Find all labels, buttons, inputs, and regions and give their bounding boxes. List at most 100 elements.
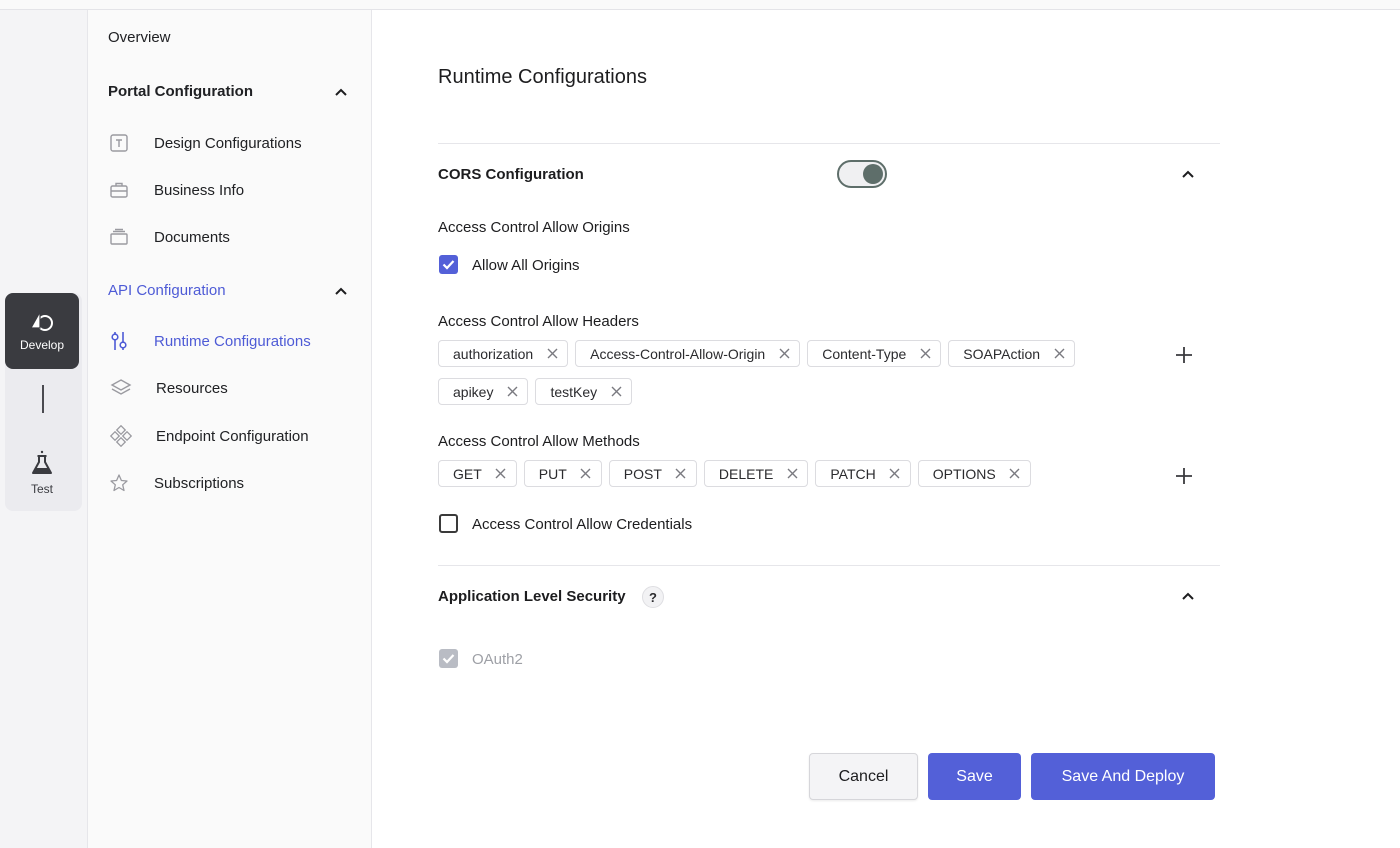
sidebar-section-title: Portal Configuration: [108, 83, 253, 100]
close-icon[interactable]: [1008, 467, 1022, 481]
sidebar-item-label: Subscriptions: [154, 474, 245, 492]
method-chip: PUT: [523, 460, 602, 487]
add-header-icon[interactable]: [1174, 345, 1194, 365]
rail-develop-label: Develop: [19, 338, 65, 352]
allow-origins-label: Access Control Allow Origins: [438, 219, 630, 236]
close-icon[interactable]: [674, 467, 688, 481]
header-chip: testKey: [535, 378, 633, 405]
sidebar-item-business-info[interactable]: Business Info: [108, 179, 244, 201]
add-method-icon[interactable]: [1174, 466, 1194, 486]
headers-chip-row-1: authorization Access-Control-Allow-Origi…: [438, 340, 1076, 367]
header-chip: authorization: [438, 340, 569, 367]
close-icon[interactable]: [918, 347, 932, 361]
close-icon[interactable]: [545, 347, 559, 361]
sidebar-item-documents[interactable]: Documents: [108, 226, 230, 248]
sidebar-item-label: Endpoint Configuration: [156, 427, 309, 445]
save-button[interactable]: Save: [928, 753, 1021, 800]
checkmark-icon: [442, 260, 455, 270]
close-icon[interactable]: [609, 385, 623, 399]
rail-test-button[interactable]: Test: [5, 437, 79, 509]
close-icon[interactable]: [785, 467, 799, 481]
endpoint-icon: [110, 425, 132, 447]
chip-label: PUT: [538, 465, 567, 482]
chip-label: authorization: [453, 345, 534, 362]
sidebar-item-subscriptions[interactable]: Subscriptions: [108, 472, 244, 494]
cors-toggle[interactable]: [837, 160, 887, 188]
rail-group: Develop Test: [5, 293, 82, 511]
method-chip: OPTIONS: [917, 460, 1031, 487]
headers-chip-row-2: apikey testKey: [438, 378, 633, 405]
header-chip: apikey: [438, 378, 529, 405]
method-chip: DELETE: [703, 460, 809, 487]
allow-methods-label: Access Control Allow Methods: [438, 433, 640, 450]
close-icon[interactable]: [777, 347, 791, 361]
chip-label: SOAPAction: [963, 345, 1041, 362]
sidebar-item-design-configurations[interactable]: Design Configurations: [108, 132, 302, 154]
chip-label: OPTIONS: [932, 465, 996, 482]
oauth2-checkbox: [439, 649, 458, 668]
left-rail: Develop Test: [0, 10, 88, 848]
allow-credentials-label: Access Control Allow Credentials: [472, 516, 693, 533]
allow-headers-label: Access Control Allow Headers: [438, 313, 639, 330]
methods-chip-row: GET PUT POST DELETE PATCH OPTIONS: [438, 460, 1031, 487]
close-icon[interactable]: [888, 467, 902, 481]
checkmark-icon: [442, 654, 455, 664]
method-chip: POST: [608, 460, 697, 487]
sidebar-item-label: Resources: [156, 379, 228, 397]
chip-label: PATCH: [830, 465, 876, 482]
develop-icon: [29, 310, 53, 331]
allow-all-origins-label: Allow All Origins: [472, 257, 580, 274]
sidebar-item-overview[interactable]: Overview: [108, 29, 171, 46]
main-content: Runtime Configurations CORS Configuratio…: [372, 10, 1400, 848]
save-and-deploy-button[interactable]: Save And Deploy: [1031, 753, 1215, 800]
sidebar-item-resources[interactable]: Resources: [110, 377, 228, 399]
rail-divider: [42, 385, 44, 413]
sidebar-item-label: Overview: [108, 29, 171, 46]
rail-develop-button[interactable]: Develop: [5, 293, 79, 369]
star-icon: [108, 472, 130, 494]
allow-all-origins-checkbox[interactable]: [439, 255, 458, 274]
sidebar-section-portal-configuration[interactable]: Portal Configuration: [108, 83, 372, 100]
header-chip: Access-Control-Allow-Origin: [575, 340, 801, 367]
method-chip: PATCH: [815, 460, 911, 487]
divider: [438, 143, 1220, 144]
sidebar: Overview Portal Configuration Design Con…: [88, 10, 372, 848]
sidebar-item-endpoint-configuration[interactable]: Endpoint Configuration: [110, 425, 309, 447]
chip-label: POST: [623, 465, 662, 482]
chip-label: Content-Type: [822, 345, 907, 362]
close-icon[interactable]: [494, 467, 508, 481]
top-bar: [0, 0, 1400, 10]
chevron-up-icon[interactable]: [1180, 588, 1196, 604]
sidebar-item-label: Runtime Configurations: [154, 332, 311, 350]
chip-label: GET: [453, 465, 482, 482]
toggle-knob: [863, 164, 883, 184]
allow-credentials-checkbox[interactable]: [439, 514, 458, 533]
cancel-button[interactable]: Cancel: [809, 753, 918, 800]
sidebar-item-label: Business Info: [154, 181, 245, 199]
sidebar-item-runtime-configurations[interactable]: Runtime Configurations: [108, 330, 311, 352]
close-icon[interactable]: [579, 467, 593, 481]
chevron-up-icon[interactable]: [334, 284, 348, 298]
sliders-icon: [108, 330, 130, 352]
close-icon[interactable]: [505, 385, 519, 399]
chip-label: apikey: [453, 383, 494, 400]
divider: [438, 565, 1220, 566]
security-section-title: Application Level Security: [438, 588, 626, 605]
documents-icon: [108, 226, 130, 248]
help-icon[interactable]: ?: [642, 586, 664, 608]
close-icon[interactable]: [1052, 347, 1066, 361]
text-box-icon: [108, 132, 130, 154]
chip-label: testKey: [550, 383, 598, 400]
flask-icon: [32, 450, 52, 474]
method-chip: GET: [438, 460, 517, 487]
sidebar-section-title: API Configuration: [108, 282, 226, 299]
chip-label: DELETE: [718, 465, 774, 482]
sidebar-section-api-configuration[interactable]: API Configuration: [108, 282, 372, 299]
sidebar-item-label: Documents: [154, 228, 230, 246]
chevron-up-icon[interactable]: [334, 85, 348, 99]
chevron-up-icon[interactable]: [1180, 166, 1196, 182]
briefcase-icon: [108, 179, 130, 201]
header-chip: SOAPAction: [948, 340, 1076, 367]
layers-icon: [110, 377, 132, 399]
chip-label: Access-Control-Allow-Origin: [590, 345, 766, 362]
